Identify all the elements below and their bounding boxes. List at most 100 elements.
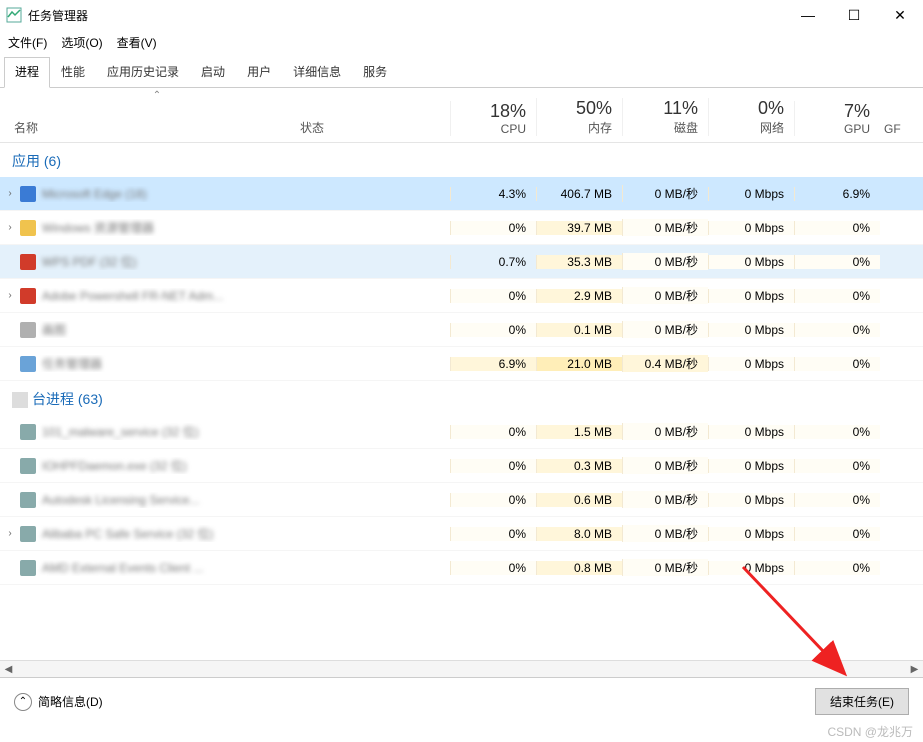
- metric-cell: 0 MB/秒: [622, 423, 708, 440]
- tab-1[interactable]: 性能: [50, 57, 96, 87]
- menu-view[interactable]: 查看(V): [117, 34, 157, 51]
- process-name: Alibaba PC Safe Service (32 位): [42, 525, 213, 542]
- disk-pct: 11%: [623, 98, 698, 119]
- metric-cell: 0%: [450, 425, 536, 439]
- process-row[interactable]: ›Alibaba PC Safe Service (32 位)0%8.0 MB0…: [0, 517, 923, 551]
- tab-2[interactable]: 应用历史记录: [96, 57, 190, 87]
- expand-icon[interactable]: ›: [0, 290, 20, 301]
- metric-cell: 6.9%: [450, 357, 536, 371]
- scroll-right-icon[interactable]: ▶: [906, 664, 923, 675]
- process-row[interactable]: ›Adobe Powershell FR-NET Adm...0%2.9 MB0…: [0, 279, 923, 313]
- maximize-button[interactable]: ☐: [831, 0, 877, 30]
- collapse-icon: ⌃: [14, 693, 32, 711]
- tab-0[interactable]: 进程: [4, 57, 50, 88]
- col-mem[interactable]: 50% 内存: [536, 98, 622, 136]
- metric-cell: 1.5 MB: [536, 425, 622, 439]
- process-row[interactable]: ›Windows 资源管理器0%39.7 MB0 MB/秒0 Mbps0%: [0, 211, 923, 245]
- col-status[interactable]: 状态: [300, 119, 450, 136]
- menu-file[interactable]: 文件(F): [8, 34, 47, 51]
- cpu-pct: 18%: [451, 101, 526, 122]
- process-row[interactable]: 任务管理器6.9%21.0 MB0.4 MB/秒0 Mbps0%: [0, 347, 923, 381]
- fewer-details-button[interactable]: ⌃ 简略信息(D): [14, 693, 815, 711]
- metric-cell: 0%: [450, 289, 536, 303]
- group-title: 应用 (6): [12, 153, 61, 169]
- window-controls: — ☐ ✕: [785, 0, 923, 30]
- col-status-label: 状态: [300, 119, 324, 136]
- process-row[interactable]: ›Microsoft Edge (18)4.3%406.7 MB0 MB/秒0 …: [0, 177, 923, 211]
- group-title: 台进程 (63): [32, 391, 103, 407]
- net-label: 网络: [709, 119, 784, 136]
- group-icon: [12, 392, 28, 408]
- metric-cell: 21.0 MB: [536, 357, 622, 371]
- name-cell: 101_malware_service (32 位): [20, 423, 300, 440]
- metric-cell: 0%: [794, 561, 880, 575]
- titlebar: 任务管理器 — ☐ ✕: [0, 0, 923, 30]
- col-net[interactable]: 0% 网络: [708, 98, 794, 136]
- expand-icon[interactable]: ›: [0, 528, 20, 539]
- window-title: 任务管理器: [28, 7, 785, 24]
- metric-cell: 0%: [450, 527, 536, 541]
- net-pct: 0%: [709, 98, 784, 119]
- metric-cell: 35.3 MB: [536, 255, 622, 269]
- menu-options[interactable]: 选项(O): [61, 34, 102, 51]
- mem-label: 内存: [537, 119, 612, 136]
- name-cell: 任务管理器: [20, 355, 300, 372]
- end-task-button[interactable]: 结束任务(E): [815, 688, 909, 715]
- column-headers: ⌃ 名称 状态 18% CPU 50% 内存 11% 磁盘 0% 网络 7% G…: [0, 88, 923, 143]
- gpu-pct: 7%: [795, 101, 870, 122]
- metric-cell: 406.7 MB: [536, 187, 622, 201]
- col-name[interactable]: ⌃ 名称: [0, 90, 300, 136]
- tab-3[interactable]: 启动: [190, 57, 236, 87]
- metric-cell: 0 Mbps: [708, 323, 794, 337]
- metric-cell: 0%: [794, 323, 880, 337]
- process-row[interactable]: 101_malware_service (32 位)0%1.5 MB0 MB/秒…: [0, 415, 923, 449]
- minimize-button[interactable]: —: [785, 0, 831, 30]
- tab-5[interactable]: 详细信息: [282, 57, 352, 87]
- metric-cell: 0%: [794, 459, 880, 473]
- process-icon: [20, 186, 36, 202]
- metric-cell: 0 MB/秒: [622, 219, 708, 236]
- process-name: WPS PDF (32 位): [42, 253, 137, 270]
- scroll-left-icon[interactable]: ◀: [0, 664, 17, 675]
- tab-4[interactable]: 用户: [236, 57, 282, 87]
- process-name: 101_malware_service (32 位): [42, 423, 199, 440]
- process-icon: [20, 322, 36, 338]
- expand-icon[interactable]: ›: [0, 222, 20, 233]
- name-cell: Adobe Powershell FR-NET Adm...: [20, 288, 300, 304]
- col-cpu[interactable]: 18% CPU: [450, 101, 536, 136]
- col-gpu[interactable]: 7% GPU: [794, 101, 880, 136]
- group-header[interactable]: 台进程 (63): [0, 381, 923, 415]
- horizontal-scrollbar[interactable]: ◀ ▶: [0, 660, 923, 677]
- metric-cell: 0 MB/秒: [622, 491, 708, 508]
- metric-cell: 0%: [794, 425, 880, 439]
- col-disk[interactable]: 11% 磁盘: [622, 98, 708, 136]
- process-name: Windows 资源管理器: [42, 219, 154, 236]
- metric-cell: 0%: [794, 289, 880, 303]
- expand-icon[interactable]: ›: [0, 188, 20, 199]
- metric-cell: 0 Mbps: [708, 561, 794, 575]
- metric-cell: 0.1 MB: [536, 323, 622, 337]
- process-row[interactable]: AMD External Events Client ...0%0.8 MB0 …: [0, 551, 923, 585]
- footer: ⌃ 简略信息(D) 结束任务(E): [0, 677, 923, 725]
- col-gpu-engine[interactable]: GF: [880, 122, 900, 136]
- close-button[interactable]: ✕: [877, 0, 923, 30]
- metric-cell: 0 MB/秒: [622, 559, 708, 576]
- name-cell: Alibaba PC Safe Service (32 位): [20, 525, 300, 542]
- group-header[interactable]: 应用 (6): [0, 143, 923, 177]
- process-icon: [20, 288, 36, 304]
- name-cell: Windows 资源管理器: [20, 219, 300, 236]
- metric-cell: 39.7 MB: [536, 221, 622, 235]
- process-row[interactable]: 画图0%0.1 MB0 MB/秒0 Mbps0%: [0, 313, 923, 347]
- gpu-label: GPU: [795, 122, 870, 136]
- process-row[interactable]: WPS PDF (32 位)0.7%35.3 MB0 MB/秒0 Mbps0%: [0, 245, 923, 279]
- tab-6[interactable]: 服务: [352, 57, 398, 87]
- metric-cell: 0 Mbps: [708, 459, 794, 473]
- process-name: Autodesk Licensing Service...: [42, 493, 199, 507]
- process-row[interactable]: IOHPFDaemon.exe (32 位)0%0.3 MB0 MB/秒0 Mb…: [0, 449, 923, 483]
- metric-cell: 0 Mbps: [708, 255, 794, 269]
- process-list[interactable]: 应用 (6) ›Microsoft Edge (18)4.3%406.7 MB0 …: [0, 143, 923, 659]
- fewer-label: 简略信息(D): [38, 693, 103, 710]
- process-row[interactable]: Autodesk Licensing Service...0%0.6 MB0 M…: [0, 483, 923, 517]
- sort-indicator-icon: ⌃: [14, 90, 300, 101]
- metric-cell: 0.4 MB/秒: [622, 355, 708, 372]
